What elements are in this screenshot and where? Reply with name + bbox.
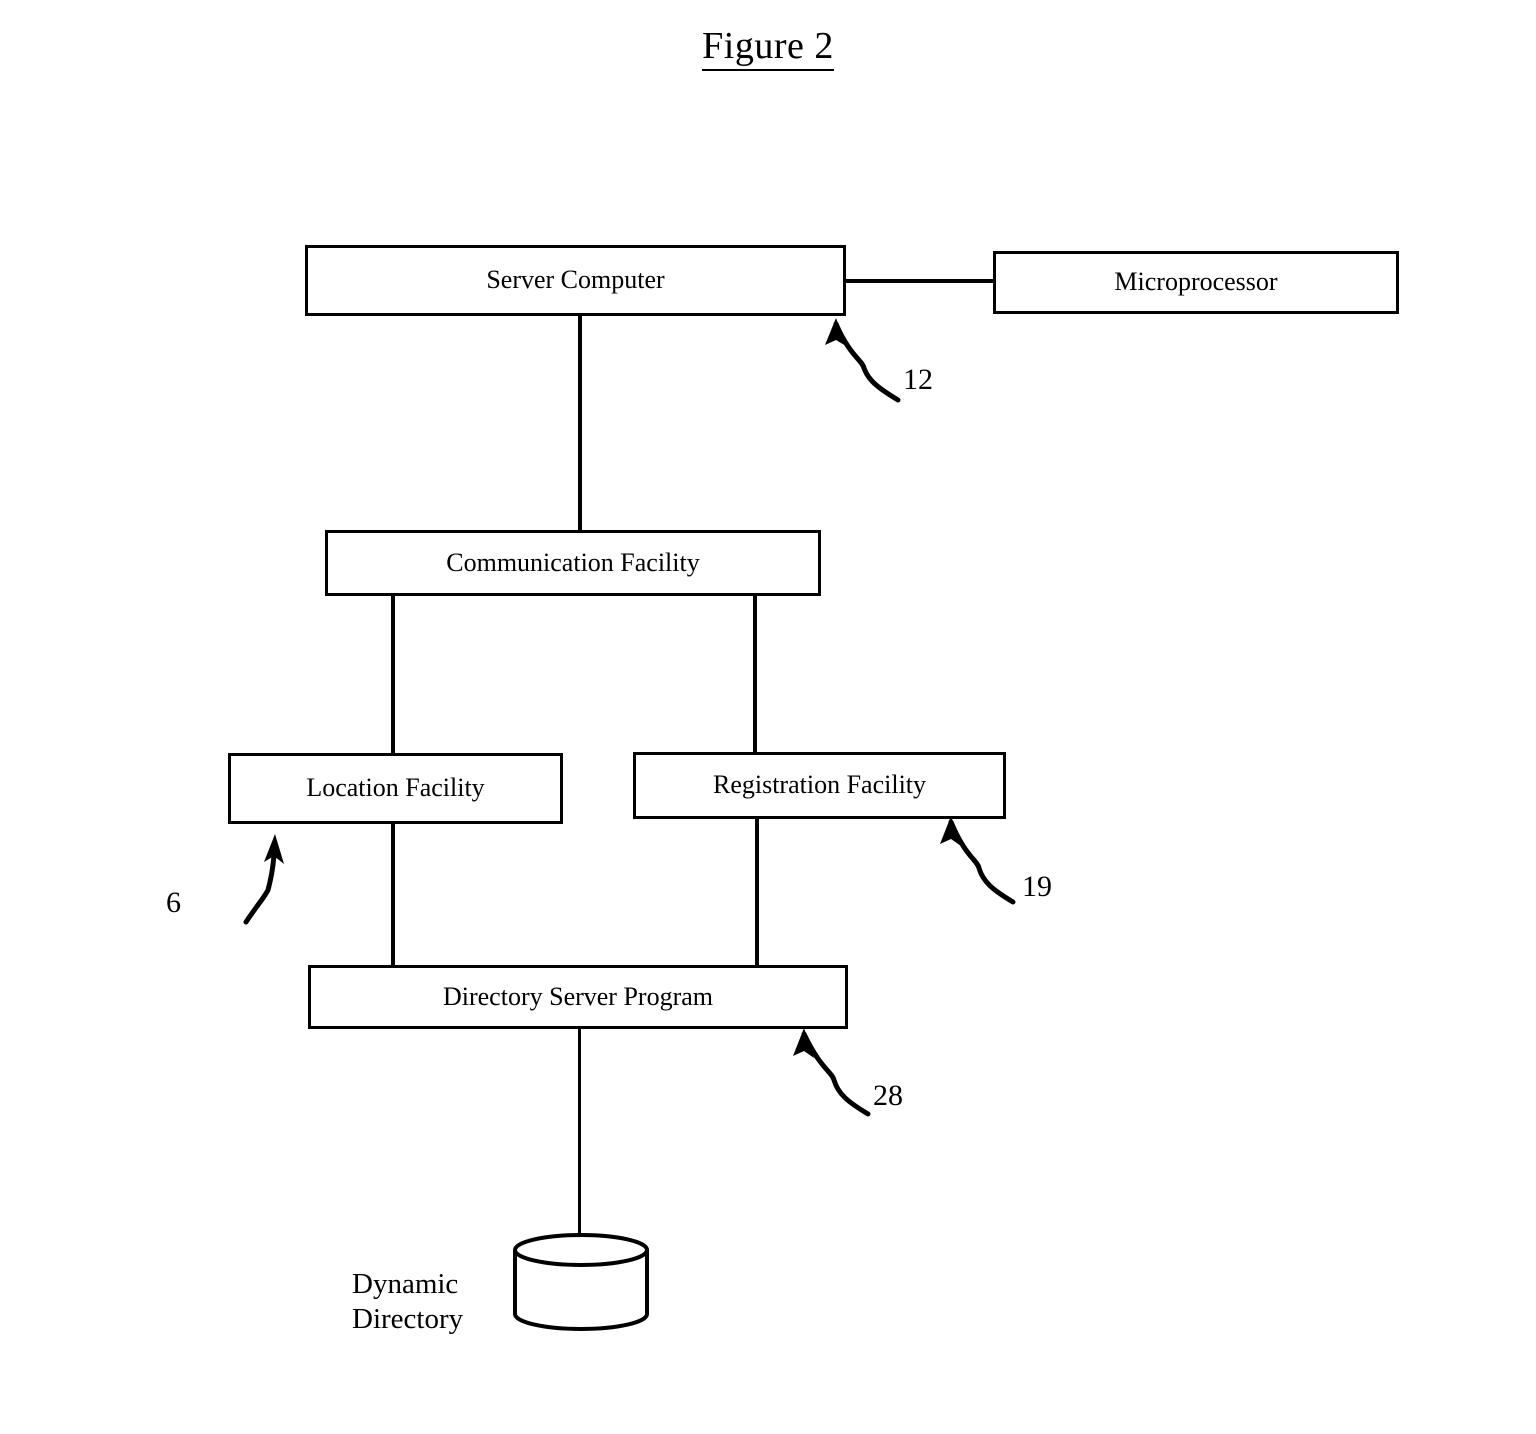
node-communication-facility[interactable]: Communication Facility — [325, 530, 821, 596]
connector-directory-server-program-to-dynamic-directory — [578, 1027, 581, 1239]
connector-location-facility-to-directory-server-program — [391, 821, 395, 967]
connector-communication-facility-to-location-facility — [391, 593, 395, 755]
node-location-facility[interactable]: Location Facility — [228, 753, 563, 824]
figure-canvas: Figure 2 Server Computer Microprocessor … — [0, 0, 1536, 1434]
leader-arrow-19-icon — [940, 816, 1016, 905]
figure-title: Figure 2 — [0, 24, 1536, 71]
reference-numeral-6: 6 — [166, 886, 181, 919]
connector-server-computer-to-communication-facility — [578, 313, 582, 533]
leader-arrow-28-icon — [793, 1028, 871, 1117]
node-microprocessor-label: Microprocessor — [1114, 267, 1278, 297]
connector-server-computer-to-microprocessor — [843, 279, 995, 283]
leader-arrow-12-icon — [825, 318, 901, 403]
leader-arrow-6-icon — [243, 834, 284, 925]
reference-numeral-19: 19 — [1022, 870, 1052, 903]
figure-title-text: Figure 2 — [702, 24, 834, 71]
label-dynamic-directory: Dynamic Directory — [352, 1268, 464, 1336]
connector-communication-facility-to-registration-facility — [753, 593, 757, 754]
node-registration-facility-label: Registration Facility — [712, 770, 927, 800]
node-server-computer-label: Server Computer — [486, 265, 665, 295]
node-server-computer[interactable]: Server Computer — [305, 245, 846, 316]
node-microprocessor[interactable]: Microprocessor — [993, 251, 1399, 314]
node-location-facility-label: Location Facility — [306, 773, 485, 803]
node-directory-server-program-label: Directory Server Program — [442, 981, 714, 1011]
node-directory-server-program[interactable]: Directory Server Program — [308, 965, 848, 1029]
reference-numeral-28: 28 — [873, 1079, 903, 1112]
database-cylinder-icon — [513, 1233, 649, 1331]
reference-numeral-12: 12 — [903, 363, 933, 396]
connector-registration-facility-to-directory-server-program — [755, 816, 759, 967]
node-communication-facility-label: Communication Facility — [446, 547, 700, 577]
